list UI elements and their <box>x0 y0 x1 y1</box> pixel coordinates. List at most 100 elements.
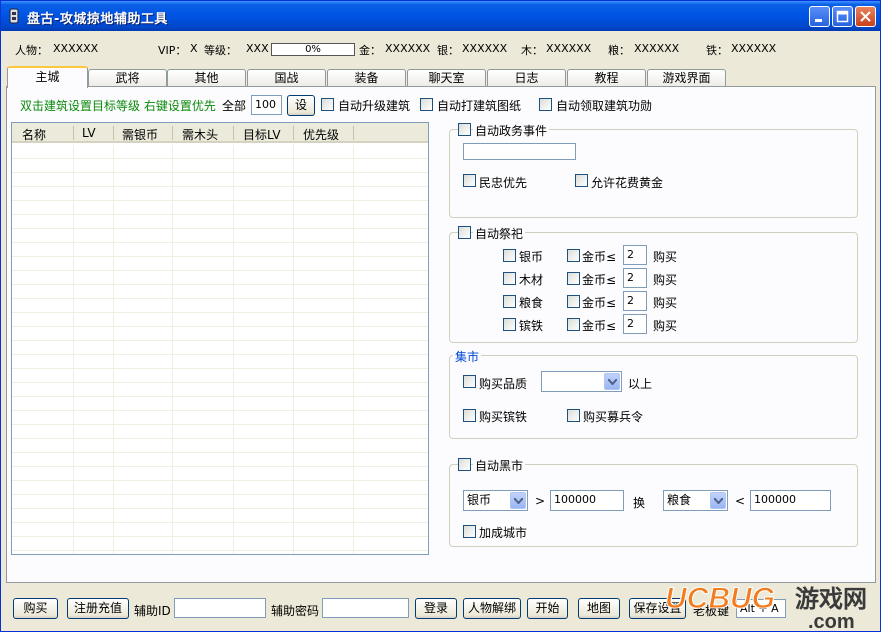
auto-merit-checkbox[interactable] <box>539 98 552 111</box>
column-header-wood[interactable]: 需木头 <box>182 126 218 143</box>
tab-equipment[interactable]: 装备 <box>327 69 406 87</box>
chevron-down-icon[interactable] <box>604 373 620 390</box>
allow-gold-label: 允许花费黄金 <box>591 176 664 190</box>
wood-value: XXXXXX <box>546 42 592 55</box>
buy-quality-label: 购买品质 <box>479 377 528 391</box>
maximize-button[interactable] <box>832 6 853 27</box>
tab-national-war[interactable]: 国战 <box>247 69 326 87</box>
auto-affairs-title: 自动政务事件 <box>473 122 550 139</box>
sacrifice-iron-gold-input[interactable]: 2 <box>623 314 647 334</box>
sacrifice-wood-buy-label: 购买 <box>653 273 678 287</box>
tab-other[interactable]: 其他 <box>167 69 246 87</box>
tab-tutorial[interactable]: 教程 <box>567 69 646 87</box>
quality-select[interactable] <box>541 371 622 392</box>
assist-id-input[interactable] <box>174 598 266 618</box>
tab-chat-room[interactable]: 聊天室 <box>407 69 486 87</box>
from-resource-value: 银币 <box>467 493 492 507</box>
sacrifice-silver-gold-label: 金币≤ <box>582 250 617 264</box>
sacrifice-silver-gold-checkbox[interactable] <box>567 249 580 262</box>
loyalty-label: 民忠优先 <box>479 176 528 190</box>
wood-label: 木： <box>521 44 543 57</box>
auto-upgrade-checkbox[interactable] <box>321 98 334 111</box>
register-recharge-button[interactable]: 注册充值 <box>67 598 129 619</box>
sacrifice-wood-gold-label: 金币≤ <box>582 273 617 287</box>
chevron-down-icon[interactable] <box>710 492 726 509</box>
tab-main-city[interactable]: 主城 <box>7 66 88 88</box>
buy-recruit-checkbox[interactable] <box>567 409 580 422</box>
main-window: 盘古-攻城掠地辅助工具 人物： XXXXXX VIP： X 等级： XXX 金：… <box>0 0 881 633</box>
unbind-character-button[interactable]: 人物解绑 <box>463 598 521 619</box>
sacrifice-wood-gold-input[interactable]: 2 <box>623 268 647 288</box>
iron-label: 铁： <box>706 44 728 57</box>
sacrifice-silver-checkbox[interactable] <box>503 249 516 262</box>
sacrifice-wood-gold-checkbox[interactable] <box>567 272 580 285</box>
sacrifice-iron-gold-checkbox[interactable] <box>567 318 580 331</box>
buy-iron-checkbox[interactable] <box>463 409 476 422</box>
column-header-name[interactable]: 名称 <box>22 126 46 143</box>
minimize-button[interactable] <box>809 6 830 27</box>
close-button[interactable] <box>855 6 876 27</box>
sacrifice-grain-label: 粮食 <box>519 296 544 310</box>
auto-sacrifice-title: 自动祭祀 <box>473 225 526 242</box>
column-header-silver[interactable]: 需银币 <box>122 126 158 143</box>
assist-password-label: 辅助密码 <box>271 604 320 618</box>
less-than-label: < <box>735 494 746 508</box>
sacrifice-iron-gold-label: 金币≤ <box>582 319 617 333</box>
rebuild-city-checkbox[interactable] <box>463 525 476 538</box>
allow-gold-checkbox[interactable] <box>575 174 588 187</box>
sacrifice-silver-label: 银币 <box>519 250 544 264</box>
sacrifice-grain-gold-label: 金币≤ <box>582 296 617 310</box>
auto-affairs-checkbox[interactable] <box>458 123 471 136</box>
map-button[interactable]: 地图 <box>578 598 620 619</box>
table-grid <box>12 145 428 554</box>
tab-game-interface[interactable]: 游戏界面 <box>647 69 726 87</box>
auto-sacrifice-checkbox[interactable] <box>458 226 471 239</box>
table-header: 名称 LV 需银币 需木头 目标LV 优先级 <box>12 123 428 143</box>
buy-button[interactable]: 购买 <box>13 598 58 619</box>
assist-password-input[interactable] <box>322 598 409 618</box>
title-bar[interactable]: 盘古-攻城掠地辅助工具 <box>1 1 880 31</box>
sacrifice-iron-buy-label: 购买 <box>653 319 678 333</box>
auto-blackmarket-checkbox[interactable] <box>458 458 471 471</box>
from-value-input[interactable]: 100000 <box>550 490 624 511</box>
column-header-priority[interactable]: 优先级 <box>303 126 339 143</box>
login-button[interactable]: 登录 <box>415 598 457 619</box>
svg-text:游戏网: 游戏网 <box>795 585 867 613</box>
tab-generals[interactable]: 武将 <box>88 69 167 87</box>
window-title: 盘古-攻城掠地辅助工具 <box>27 12 168 27</box>
all-level-input[interactable]: 100 <box>251 95 282 115</box>
gold-value: XXXXXX <box>385 42 431 55</box>
gold-label: 金： <box>359 44 381 57</box>
building-table[interactable]: 名称 LV 需银币 需木头 目标LV 优先级 <box>11 122 429 555</box>
ucbug-watermark-logo: UCBUG 游戏网 .com <box>663 576 878 633</box>
minimize-icon <box>815 19 822 22</box>
level-label: 等级： <box>204 44 237 57</box>
sacrifice-wood-checkbox[interactable] <box>503 272 516 285</box>
loyalty-checkbox[interactable] <box>463 174 476 187</box>
auto-upgrade-label: 自动升级建筑 <box>338 99 411 113</box>
to-value-input[interactable]: 100000 <box>750 490 831 511</box>
column-header-target-lv[interactable]: 目标LV <box>243 126 281 143</box>
tab-log[interactable]: 日志 <box>487 69 566 87</box>
hint-text: 双击建筑设置目标等级 右键设置优先 <box>20 99 216 113</box>
sacrifice-silver-gold-input[interactable]: 2 <box>623 245 647 265</box>
sacrifice-grain-checkbox[interactable] <box>503 295 516 308</box>
auto-blueprint-checkbox[interactable] <box>420 98 433 111</box>
person-label: 人物： <box>15 44 48 57</box>
sacrifice-iron-checkbox[interactable] <box>503 318 516 331</box>
set-button[interactable]: 设 <box>287 95 315 116</box>
app-icon <box>9 8 19 24</box>
column-header-lv[interactable]: LV <box>82 126 96 140</box>
sacrifice-grain-gold-input[interactable]: 2 <box>623 291 647 311</box>
buy-quality-checkbox[interactable] <box>463 375 476 388</box>
grain-label: 粮： <box>608 44 630 57</box>
greater-than-label: > <box>535 494 546 508</box>
affairs-input[interactable] <box>463 143 576 160</box>
to-resource-select[interactable]: 粮食 <box>663 490 728 511</box>
sacrifice-grain-gold-checkbox[interactable] <box>567 295 580 308</box>
from-resource-select[interactable]: 银币 <box>463 490 528 511</box>
buy-recruit-label: 购买募兵令 <box>583 410 644 424</box>
start-button[interactable]: 开始 <box>527 598 568 619</box>
chevron-down-icon[interactable] <box>510 492 526 509</box>
auto-merit-label: 自动领取建筑功勋 <box>556 99 653 113</box>
